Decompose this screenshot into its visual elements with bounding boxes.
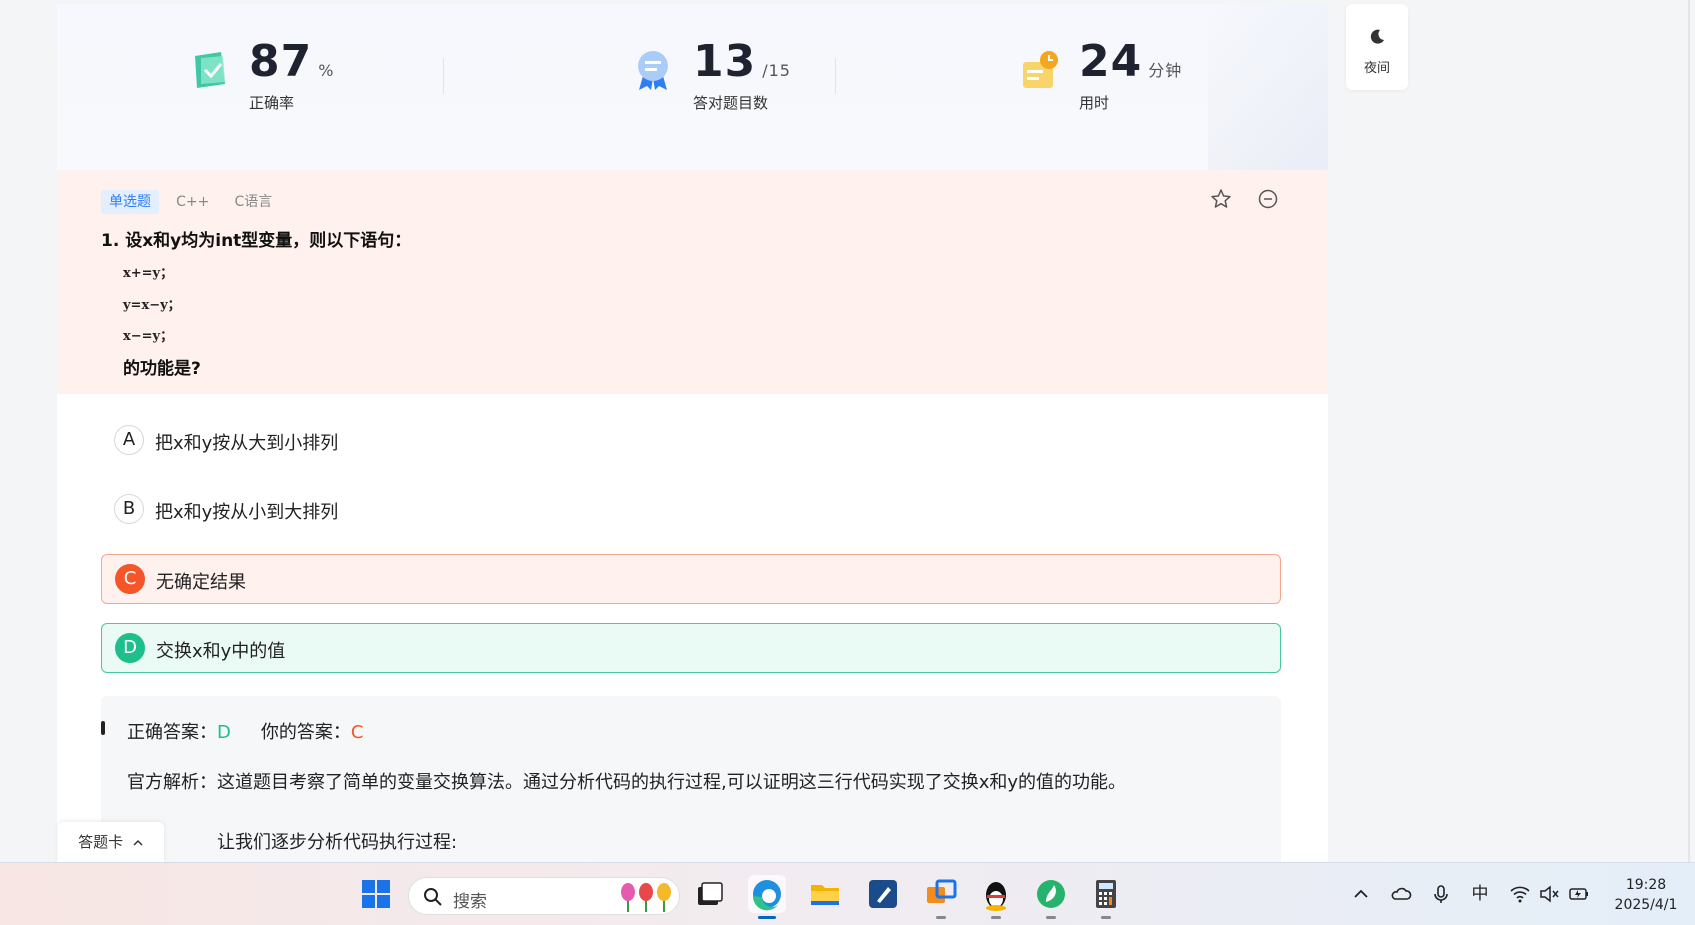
- code-line: y=x−y；: [123, 298, 181, 313]
- code-line: x−=y；: [123, 329, 174, 344]
- running-indicator: [936, 916, 946, 919]
- file-explorer-button[interactable]: [806, 875, 844, 913]
- moon-icon: [1370, 29, 1384, 44]
- option-c[interactable]: C 无确定结果: [101, 554, 1281, 604]
- correct-answer-label: 正确答案：: [127, 722, 217, 743]
- battery-charging-icon[interactable]: [1568, 883, 1590, 905]
- accuracy-unit: %: [318, 61, 335, 80]
- penguin-icon: [986, 882, 1006, 911]
- running-indicator: [1046, 916, 1056, 919]
- option-text: 无确定结果: [156, 572, 246, 593]
- remote-desktop-icon: [927, 879, 957, 903]
- answer-summary: 正确答案：D 你的答案：C: [127, 718, 363, 744]
- cloud-icon[interactable]: [1390, 883, 1412, 905]
- stat-divider: [835, 58, 836, 94]
- green-app-button[interactable]: [1032, 875, 1070, 919]
- accuracy-value: 87%: [249, 36, 335, 87]
- remove-circle-icon[interactable]: [1257, 188, 1279, 210]
- question-block: 单选题 C++ C语言 1. 设x和y均为int型变量，则以下语句： x+=y；…: [57, 170, 1328, 394]
- your-answer-label: 你的答案：: [260, 722, 351, 743]
- correct-count-value: 13/15: [693, 36, 791, 87]
- folder-icon: [811, 885, 839, 905]
- option-a[interactable]: A 把x和y按从大到小排列: [101, 416, 1281, 466]
- explanation-step: 让我们逐步分析代码执行过程:: [217, 832, 458, 853]
- option-text: 把x和y按从小到大排列: [155, 502, 339, 523]
- active-indicator: [758, 916, 776, 919]
- taskbar: 搜索 中 19:28 2025/4/1: [0, 862, 1695, 925]
- main-card: 87% 正确率 13/15 答对题目数 24 分钟 用时 单选题 C++ C语言…: [57, 4, 1328, 862]
- option-text: 把x和y按从大到小排列: [155, 433, 339, 454]
- chevron-up-icon: [133, 839, 143, 846]
- wifi-icon[interactable]: [1509, 883, 1531, 905]
- option-letter: B: [114, 494, 144, 524]
- tag-c-language: C语言: [234, 194, 273, 210]
- remote-app-button[interactable]: [922, 875, 960, 919]
- stat-divider: [443, 58, 444, 94]
- option-letter: A: [114, 425, 144, 455]
- your-answer-value: C: [350, 722, 364, 743]
- analysis-panel: 正确答案：D 你的答案：C 官方解析：这道题目考察了简单的变量交换算法。通过分析代…: [101, 696, 1281, 862]
- calculator-button[interactable]: [1087, 875, 1125, 919]
- windows-logo-icon: [362, 880, 390, 908]
- time-used-unit: 分钟: [1148, 61, 1183, 80]
- correct-count-unit: /15: [762, 61, 791, 80]
- start-button[interactable]: [357, 875, 395, 913]
- edge-icon: [752, 880, 781, 911]
- accuracy-label: 正确率: [249, 94, 295, 112]
- chevron-up-icon[interactable]: [1350, 883, 1372, 905]
- correct-count-label: 答对题目数: [693, 94, 769, 112]
- running-indicator: [991, 916, 1001, 919]
- input-method-indicator[interactable]: 中: [1469, 883, 1491, 905]
- code-line: x+=y；: [123, 266, 174, 281]
- time-used-label: 用时: [1079, 94, 1110, 112]
- qq-button[interactable]: [977, 875, 1015, 919]
- option-text: 交换x和y中的值: [156, 641, 286, 662]
- tag-cpp: C++: [176, 194, 210, 210]
- app-button[interactable]: [864, 875, 902, 913]
- time-used-value: 24 分钟: [1079, 36, 1183, 87]
- option-letter: C: [115, 564, 145, 594]
- night-mode-button[interactable]: 夜间: [1346, 4, 1408, 90]
- option-b[interactable]: B 把x和y按从小到大排列: [101, 485, 1281, 535]
- pen-app-icon: [869, 880, 897, 908]
- task-view-icon: [698, 882, 723, 905]
- leaf-app-icon: [1037, 880, 1065, 908]
- medal-icon: [638, 51, 668, 90]
- checkmark-icon: [195, 52, 225, 88]
- edge-browser-button[interactable]: [748, 875, 786, 919]
- taskbar-search[interactable]: 搜索: [408, 877, 680, 915]
- correct-answer-value: D: [217, 722, 231, 743]
- tag-single-choice: 单选题: [101, 190, 159, 214]
- speaker-muted-icon[interactable]: [1538, 883, 1560, 905]
- analysis-marker: [101, 721, 105, 735]
- system-clock[interactable]: 19:28 2025/4/1: [1602, 875, 1690, 915]
- answer-card-button[interactable]: 答题卡: [58, 822, 164, 862]
- favorite-star-icon[interactable]: [1210, 188, 1232, 210]
- clock-date: 2025/4/1: [1614, 897, 1678, 913]
- stats-decoration: [1208, 4, 1328, 170]
- search-placeholder: 搜索: [453, 892, 487, 912]
- question-tail: 的功能是?: [123, 359, 201, 379]
- search-icon: [424, 888, 442, 906]
- running-indicator: [1101, 916, 1111, 919]
- clock-time: 19:28: [1625, 877, 1667, 893]
- option-letter: D: [115, 633, 145, 663]
- answer-card-label: 答题卡: [78, 833, 124, 851]
- tulips-icon: [621, 883, 671, 912]
- stats-panel: 87% 正确率 13/15 答对题目数 24 分钟 用时: [57, 4, 1328, 170]
- task-view-button[interactable]: [690, 875, 728, 913]
- calculator-icon: [1096, 880, 1116, 908]
- microphone-icon[interactable]: [1430, 883, 1452, 905]
- question-title: 1. 设x和y均为int型变量，则以下语句：: [101, 231, 412, 251]
- question-tags: 单选题 C++ C语言: [101, 190, 284, 214]
- official-explanation: 官方解析：这道题目考察了简单的变量交换算法。通过分析代码的执行过程,可以证明这三…: [127, 772, 1127, 793]
- window-edge: [1688, 0, 1690, 862]
- night-mode-label: 夜间: [1363, 61, 1390, 76]
- clock-note-icon: [1023, 51, 1058, 88]
- option-d[interactable]: D 交换x和y中的值: [101, 623, 1281, 673]
